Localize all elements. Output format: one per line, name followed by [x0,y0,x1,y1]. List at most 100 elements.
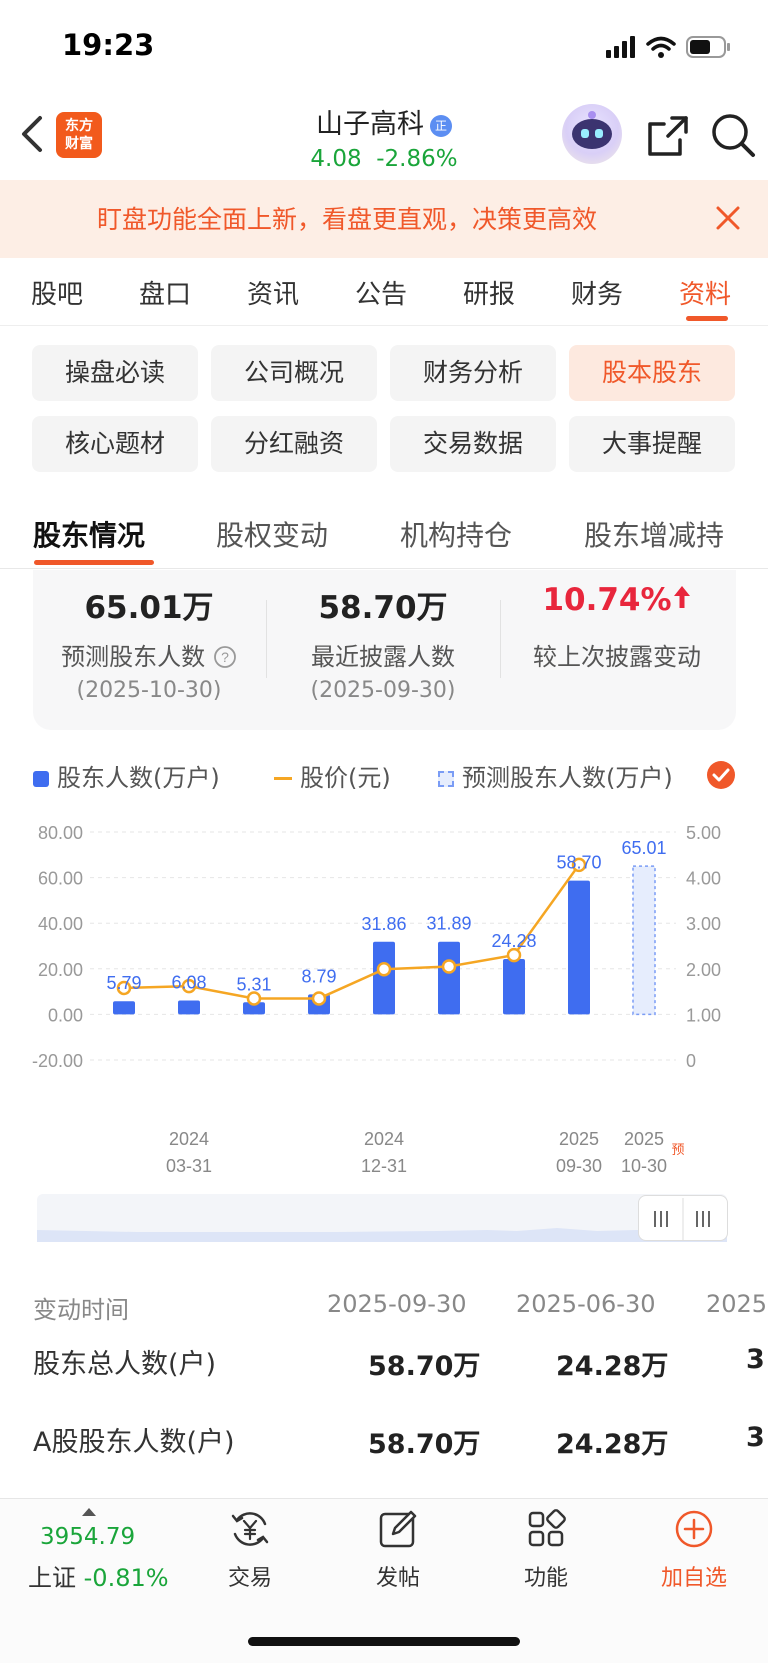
chip-events[interactable]: 大事提醒 [569,416,735,472]
nav-functions[interactable]: 功能 [486,1508,606,1592]
bar-data-label: 24.28 [491,931,536,951]
tab-shareholder-status[interactable]: 股东情况 [33,514,145,554]
row-total-holders-value: 24.28万 [556,1351,669,1382]
holder-bar [373,941,395,1015]
close-icon[interactable] [714,204,742,232]
index-value[interactable]: 3954.79 [40,1524,135,1550]
range-handle-right[interactable] [682,1195,728,1241]
right-axis-tick: 5.00 [686,823,721,843]
stat-change-value: 10.74% [502,582,732,618]
left-axis-tick: -20.00 [32,1051,83,1071]
caret-up-icon[interactable] [82,1508,96,1516]
bar-data-label: 5.31 [236,974,271,994]
tab-guba[interactable]: 股吧 [31,274,83,311]
nav-trade[interactable]: 交易 [190,1508,310,1592]
legend-forecast-swatch [438,771,454,787]
x-axis-date: 12-31 [361,1156,407,1176]
row-total-holders-value: 3 [746,1344,765,1375]
range-slider[interactable] [37,1194,727,1242]
index-change: -0.81% [83,1564,169,1592]
left-axis-tick: 60.00 [38,869,83,889]
stat-forecast-date: (2025-10-30) [76,678,222,703]
chip-financial-analysis[interactable]: 财务分析 [390,345,556,401]
chip-dividends[interactable]: 分红融资 [211,416,377,472]
nav-functions-label: 功能 [523,1566,568,1591]
tab-active-indicator [686,316,728,321]
tab-pankou[interactable]: 盘口 [139,274,191,311]
range-handle-left[interactable] [638,1195,682,1241]
row-a-share-holders-value: 3 [746,1422,765,1453]
right-axis-tick: 1.00 [686,1005,721,1025]
x-axis-year: 2024 [364,1129,404,1149]
legend-bar-swatch [33,771,49,787]
legend-line-swatch [274,777,292,780]
row-total-holders-value: 58.70万 [368,1351,481,1382]
chip-shareholders[interactable]: 股本股东 [569,345,735,401]
tab-research[interactable]: 研报 [463,274,515,311]
plus-circle-icon [675,1510,713,1548]
left-axis-tick: 20.00 [38,960,83,980]
tab-holder-increase[interactable]: 股东增减持 [584,514,724,554]
tab-announcement[interactable]: 公告 [355,274,407,311]
stat-forecast-label: 预测股东人数 ? [34,637,264,672]
holder-bar [568,880,590,1015]
legend-forecast[interactable]: 预测股东人数(万户) [438,758,673,793]
forecast-mark: 预 [671,1142,684,1157]
tab-institution-holdings[interactable]: 机构持仓 [400,514,512,554]
tab-equity-change[interactable]: 股权变动 [216,514,328,554]
section-divider [0,568,768,569]
status-icons [606,34,732,60]
row-total-holders-label: 股东总人数(户) [33,1349,217,1380]
tab-profile[interactable]: 资料 [679,274,731,311]
stat-latest-value: 58.70万 [318,590,448,626]
bar-data-label: 31.86 [361,914,406,934]
chip-trading-data[interactable]: 交易数据 [390,416,556,472]
price-value: 4.08 [310,146,362,172]
index-name: 上证 [28,1564,76,1592]
yuan-exchange-icon [231,1512,269,1546]
svg-text:?: ? [221,649,229,665]
table-head-date: 2025-06-30 [516,1290,656,1318]
share-icon[interactable] [646,114,690,158]
nav-post[interactable]: 发帖 [338,1508,458,1592]
stat-latest-date: (2025-09-30) [310,678,456,703]
left-axis-tick: 80.00 [38,823,83,843]
row-a-share-holders-label: A股股东人数(户) [33,1427,235,1458]
ai-assistant-avatar[interactable] [562,104,622,164]
row-a-share-holders-value: 58.70万 [368,1429,481,1460]
legend-price[interactable]: 股价(元) [274,758,391,793]
nav-add-watchlist[interactable]: 加自选 [634,1508,754,1592]
legend-holders-label: 股东人数(万户) [57,764,220,792]
x-axis-year: 2025 [624,1129,664,1149]
help-icon[interactable]: ? [213,645,237,669]
bar-data-label: 5.79 [106,973,141,993]
holder-bar [438,941,460,1015]
index-ticker[interactable]: 上证 -0.81% [28,1558,169,1593]
bar-data-label: 6.08 [171,973,206,993]
tab-finance[interactable]: 财务 [571,274,623,311]
wifi-icon [646,36,676,58]
bar-data-label: 58.70 [556,853,601,873]
search-icon[interactable] [710,112,756,158]
tab-news[interactable]: 资讯 [247,274,299,311]
grid-icon [528,1509,566,1547]
stat-change-label: 较上次披露变动 [533,643,701,671]
legend-holders[interactable]: 股东人数(万户) [33,758,220,793]
nav-trade-label: 交易 [227,1566,272,1591]
stat-forecast-value: 65.01万 [84,590,214,626]
legend-price-label: 股价(元) [300,764,391,792]
battery-icon [686,36,730,58]
left-axis-tick: 0.00 [48,1005,83,1025]
chip-core-themes[interactable]: 核心题材 [32,416,198,472]
chip-trading-guide[interactable]: 操盘必读 [32,345,198,401]
right-axis-tick: 3.00 [686,914,721,934]
shareholder-chart[interactable]: 80.00 60.00 40.00 20.00 0.00 -20.00 5.00 4.00 3.… [0,818,768,1188]
chip-company-overview[interactable]: 公司概况 [211,345,377,401]
bar-data-label: 31.89 [426,914,471,934]
check-toggle-icon[interactable] [706,760,736,790]
bar-data-label: 8.79 [301,966,336,986]
section-tab-indicator [34,560,154,565]
price-point [311,991,327,1006]
x-axis-year: 2025 [559,1129,599,1149]
holder-bar [113,1001,135,1015]
